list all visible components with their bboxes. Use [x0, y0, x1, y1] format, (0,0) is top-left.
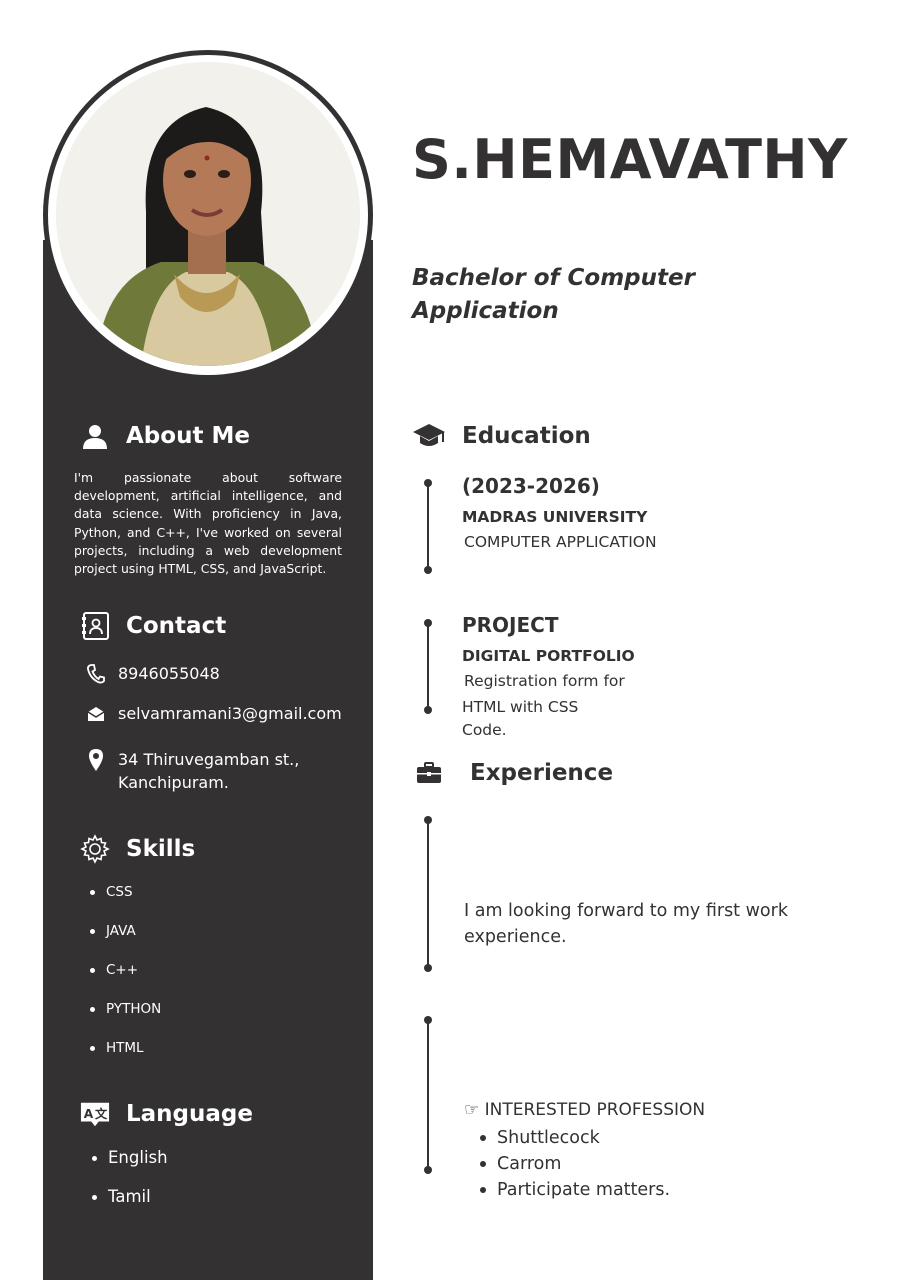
briefcase-icon	[416, 758, 442, 788]
candidate-name: S.HEMAVATHY	[412, 128, 848, 191]
language-heading: A 文 Language	[80, 1099, 253, 1129]
timeline-line	[427, 820, 429, 968]
interest-item: Shuttlecock	[480, 1125, 670, 1151]
timeline-dot	[424, 706, 432, 714]
about-heading: About Me	[80, 421, 250, 451]
contact-title: Contact	[126, 613, 227, 639]
language-title: Language	[126, 1101, 253, 1127]
timeline-dot	[424, 816, 432, 824]
translate-icon: A 文	[80, 1099, 110, 1129]
language-item: English	[92, 1147, 168, 1186]
timeline-line	[427, 482, 429, 570]
phone-number: 8946055048	[118, 664, 220, 683]
project-line-1: Registration form for	[464, 672, 625, 690]
language-list: English Tamil	[92, 1147, 168, 1225]
timeline-line	[427, 622, 429, 710]
skills-title: Skills	[126, 836, 196, 862]
email-address: selvamramani3@gmail.com	[118, 704, 342, 723]
education-course: COMPUTER APPLICATION	[464, 533, 657, 551]
timeline-dot	[424, 566, 432, 574]
project-line-2: HTML with CSS	[462, 698, 579, 716]
experience-text: I am looking forward to my first work ex…	[464, 901, 788, 947]
contact-address: 34 Thiruvegamban st., Kanchipuram.	[86, 748, 299, 794]
skill-item: PYTHON	[90, 999, 161, 1038]
experience-title: Experience	[470, 760, 614, 786]
graduation-cap-icon	[412, 421, 446, 451]
timeline-dot	[424, 619, 432, 627]
skill-item: C++	[90, 960, 161, 999]
project-title: PROJECT	[462, 613, 559, 637]
contact-book-icon	[80, 611, 110, 641]
education-years: (2023-2026)	[462, 474, 600, 498]
interests-title: ☞ INTERESTED PROFESSION	[464, 1100, 706, 1120]
phone-icon	[86, 662, 106, 685]
interest-item: Carrom	[480, 1151, 670, 1177]
timeline-dot	[424, 1166, 432, 1174]
address-line-2: Kanchipuram.	[118, 773, 229, 792]
project-name: DIGITAL PORTFOLIO	[462, 647, 635, 665]
skill-item: HTML	[90, 1038, 161, 1077]
about-title: About Me	[126, 423, 250, 449]
education-title: Education	[462, 423, 591, 449]
svg-text:A: A	[84, 1107, 94, 1121]
address: 34 Thiruvegamban st., Kanchipuram.	[118, 748, 299, 794]
education-institution: MADRAS UNIVERSITY	[462, 508, 648, 526]
contact-email[interactable]: selvamramani3@gmail.com	[86, 702, 342, 725]
user-icon	[80, 421, 110, 451]
profile-photo-illustration	[56, 62, 360, 366]
location-pin-icon	[86, 748, 106, 771]
about-text: I'm passionate about software developmen…	[74, 470, 342, 577]
interests-list: Shuttlecock Carrom Participate matters.	[480, 1125, 670, 1203]
degree-title: Bachelor of Computer Application	[412, 265, 695, 324]
timeline-dot	[424, 1016, 432, 1024]
language-item: Tamil	[92, 1186, 168, 1225]
contact-heading: Contact	[80, 611, 226, 641]
contact-phone[interactable]: 8946055048	[86, 662, 220, 685]
skills-list: CSS JAVA C++ PYTHON HTML	[90, 882, 161, 1077]
gear-icon	[80, 834, 110, 864]
education-heading: Education	[412, 421, 591, 451]
experience-heading: Experience	[416, 758, 613, 788]
timeline-line	[427, 1020, 429, 1171]
skill-item: CSS	[90, 882, 161, 921]
interest-item: Participate matters.	[480, 1177, 670, 1203]
skills-heading: Skills	[80, 834, 195, 864]
project-line-3: Code.	[462, 721, 507, 739]
timeline-dot	[424, 479, 432, 487]
timeline-dot	[424, 964, 432, 972]
profile-photo	[56, 62, 360, 366]
address-line-1: 34 Thiruvegamban st.,	[118, 750, 300, 769]
skill-item: JAVA	[90, 921, 161, 960]
envelope-icon	[86, 702, 106, 725]
svg-text:文: 文	[95, 1106, 108, 1121]
